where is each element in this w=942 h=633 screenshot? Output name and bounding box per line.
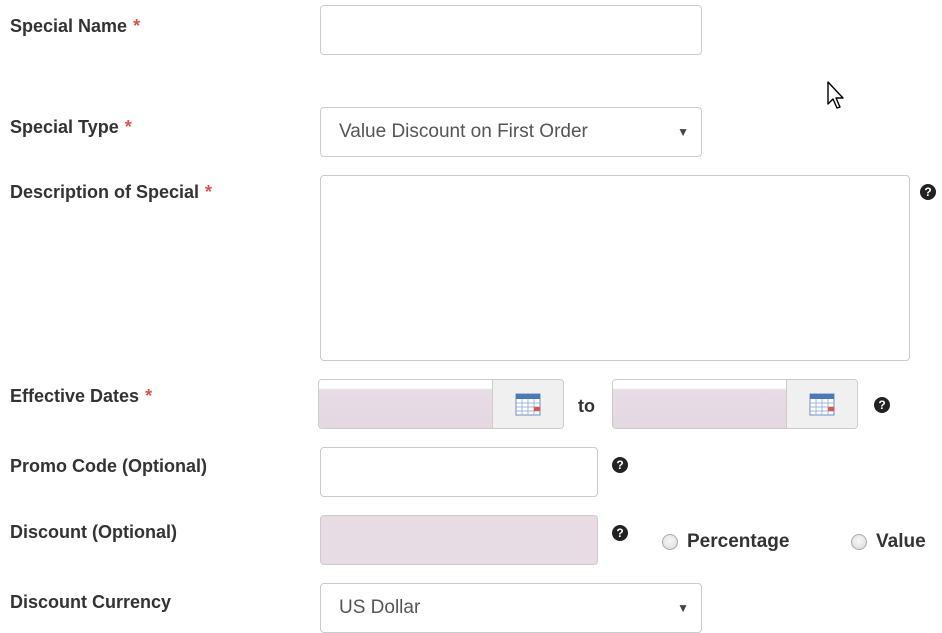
calendar-icon <box>515 393 541 416</box>
discount-input[interactable] <box>320 515 598 565</box>
discount-currency-label: Discount Currency <box>10 592 172 612</box>
question-circle-icon[interactable]: ? <box>874 397 890 413</box>
discount-type-percentage[interactable]: Percentage <box>662 531 789 553</box>
required-asterisk: * <box>133 16 141 36</box>
required-asterisk: * <box>205 182 213 202</box>
description-textarea[interactable] <box>320 175 910 361</box>
start-date-group <box>318 379 564 429</box>
percentage-radio[interactable] <box>662 534 678 550</box>
required-asterisk: * <box>124 117 132 137</box>
discount-type-value[interactable]: Value <box>851 531 926 553</box>
mouse-pointer-icon <box>827 81 844 109</box>
promo-code-input[interactable] <box>320 447 598 497</box>
effective-dates-label: Effective Dates * <box>10 386 153 406</box>
start-date-picker-button[interactable] <box>493 380 563 428</box>
special-name-label: Special Name * <box>10 16 141 36</box>
percentage-radio-label: Percentage <box>687 531 790 552</box>
start-date-input[interactable] <box>319 380 493 428</box>
question-circle-icon[interactable]: ? <box>612 457 628 473</box>
discount-currency-selected-value: US Dollar <box>339 597 421 618</box>
special-type-select[interactable]: Value Discount on First Order ▼ <box>320 107 702 157</box>
special-type-label: Special Type * <box>10 117 132 137</box>
end-date-picker-button[interactable] <box>787 380 857 428</box>
chevron-down-icon: ▼ <box>677 601 689 615</box>
calendar-icon <box>809 393 835 416</box>
special-name-input[interactable] <box>320 5 702 55</box>
promo-code-label: Promo Code (Optional) <box>10 456 207 476</box>
value-radio-label: Value <box>876 531 926 552</box>
discount-label: Discount (Optional) <box>10 522 177 542</box>
end-date-input[interactable] <box>613 380 787 428</box>
date-range-separator: to <box>578 396 595 416</box>
description-label: Description of Special * <box>10 182 213 202</box>
chevron-down-icon: ▼ <box>677 125 689 139</box>
required-asterisk: * <box>145 386 153 406</box>
discount-currency-select[interactable]: US Dollar ▼ <box>320 583 702 633</box>
value-radio[interactable] <box>851 534 867 550</box>
question-circle-icon[interactable]: ? <box>920 184 936 200</box>
end-date-group <box>612 379 858 429</box>
special-type-selected-value: Value Discount on First Order <box>339 121 588 142</box>
question-circle-icon[interactable]: ? <box>612 525 628 541</box>
